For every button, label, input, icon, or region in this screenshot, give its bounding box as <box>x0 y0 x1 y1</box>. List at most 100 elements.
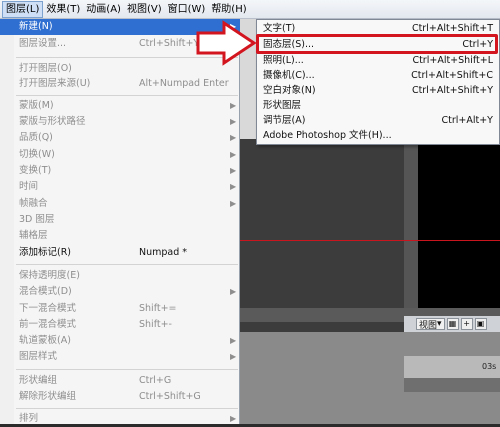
chevron-right-icon: ▶ <box>230 414 237 423</box>
menu-item-blend-mode[interactable]: 混合模式(D) ▶ <box>0 284 240 300</box>
submenu-item-label: 摄像机(C)... <box>263 70 315 81</box>
menu-view[interactable]: 视图(V) <box>124 1 165 18</box>
menu-separator <box>16 95 238 96</box>
chevron-right-icon: ▶ <box>230 150 237 159</box>
menu-item-label: 保持透明度(E) <box>19 270 80 281</box>
menu-item-label: 品质(Q) <box>19 132 53 143</box>
menu-item-label: 切换(W) <box>19 149 55 160</box>
menu-effect[interactable]: 效果(T) <box>43 1 83 18</box>
menu-item-label: 时间 <box>19 181 39 192</box>
menu-item-previous-blend-mode[interactable]: 前一混合模式 Shift+- <box>0 317 240 333</box>
chevron-right-icon: ▶ <box>230 117 237 126</box>
menu-item-3d-layer[interactable]: 3D 图层 <box>0 212 240 228</box>
menu-item-arrange[interactable]: 排列 ▶ <box>0 411 240 427</box>
menu-separator <box>16 369 238 370</box>
menu-item-label: 蒙版(M) <box>19 100 54 111</box>
menu-item-label: 形状编组 <box>19 375 58 386</box>
chevron-right-icon: ▶ <box>230 336 237 345</box>
menu-item-label: 蒙版与形状路径 <box>19 116 86 127</box>
menu-item-shortcut: Ctrl+G <box>139 375 172 386</box>
annotation-highlight-box <box>256 34 498 54</box>
menu-item-label: 3D 图层 <box>19 214 55 225</box>
submenu-item-null-object[interactable]: 空白对象(N) Ctrl+Alt+Shift+Y <box>257 83 499 99</box>
viewer-frame <box>404 140 418 308</box>
menu-separator <box>16 408 238 409</box>
submenu-item-label: 调节层(A) <box>263 115 306 126</box>
menu-item-label: 图层样式 <box>19 351 58 362</box>
grid-toggle-button[interactable]: ▦ <box>446 318 459 330</box>
annotation-arrow-icon <box>196 20 257 66</box>
menu-item-label: 下一混合模式 <box>19 303 77 314</box>
menu-item-ungroup-shapes[interactable]: 解除形状编组 Ctrl+Shift+G <box>0 389 240 405</box>
menu-item-open-layer-source[interactable]: 打开图层来源(U) Alt+Numpad Enter <box>0 76 240 92</box>
menu-item-label: 图层设置... <box>19 38 67 49</box>
menubar: 图层(L) 效果(T) 动画(A) 视图(V) 窗口(W) 帮助(H) <box>0 0 500 19</box>
chevron-right-icon: ▶ <box>230 352 237 361</box>
submenu-item-photoshop-file[interactable]: Adobe Photoshop 文件(H)... <box>257 128 499 144</box>
menu-window[interactable]: 窗口(W) <box>165 1 209 18</box>
view-select[interactable]: 视图 ▾ <box>416 318 445 331</box>
menu-item-label: 辅格层 <box>19 230 48 241</box>
menu-item-label: 前一混合模式 <box>19 319 77 330</box>
chevron-right-icon: ▶ <box>230 182 237 191</box>
menu-item-mask-shape-path[interactable]: 蒙版与形状路径 ▶ <box>0 114 240 130</box>
submenu-item-label: 照明(L)... <box>263 55 304 66</box>
submenu-item-label: 空白对象(N) <box>263 85 316 96</box>
view-select-label: 视图 <box>419 320 438 331</box>
add-view-button[interactable]: + <box>460 318 473 330</box>
menu-item-mask[interactable]: 蒙版(M) ▶ <box>0 98 240 114</box>
chevron-right-icon: ▶ <box>230 199 237 208</box>
menu-item-label: 打开图层来源(U) <box>19 78 91 89</box>
menu-item-label: 变换(T) <box>19 165 52 176</box>
menu-item-shortcut: Ctrl+Shift+G <box>139 391 201 402</box>
menu-item-guide-layer[interactable]: 辅格层 <box>0 228 240 244</box>
menu-item-label: 帧融合 <box>19 198 48 209</box>
menu-item-layer-styles[interactable]: 图层样式 ▶ <box>0 349 240 365</box>
menu-item-add-marker[interactable]: 添加标记(R) Numpad * <box>0 245 240 261</box>
menu-item-switch[interactable]: 切换(W) ▶ <box>0 147 240 163</box>
submenu-item-shortcut: Ctrl+Alt+Y <box>441 115 494 126</box>
menu-separator <box>16 264 238 265</box>
menu-item-label: 混合模式(D) <box>19 286 72 297</box>
menu-item-shortcut: Ctrl+Shift+Y <box>139 38 200 49</box>
submenu-item-camera[interactable]: 摄像机(C)... Ctrl+Alt+Shift+C <box>257 68 499 84</box>
submenu-item-shape-layer[interactable]: 形状图层 <box>257 98 499 114</box>
menu-item-transform[interactable]: 变换(T) ▶ <box>0 163 240 179</box>
composition-viewer <box>418 140 500 308</box>
menu-item-label: 打开图层(O) <box>19 63 72 74</box>
menu-item-track-matte[interactable]: 轨道蒙板(A) ▶ <box>0 333 240 349</box>
menu-item-label: 新建(N) <box>19 21 53 32</box>
layer-menu: 新建(N) ▶ 图层设置... Ctrl+Shift+Y 打开图层(O) 打开图… <box>0 19 240 424</box>
menu-item-shortcut: Shift+= <box>139 303 177 314</box>
menu-item-label: 轨道蒙板(A) <box>19 335 71 346</box>
menu-item-label: 解除形状编组 <box>19 391 77 402</box>
menu-item-label: 排列 <box>19 413 39 424</box>
menu-item-shortcut: Shift+- <box>139 319 172 330</box>
submenu-item-shortcut: Ctrl+Alt+Shift+C <box>411 70 493 81</box>
menu-item-time[interactable]: 时间 ▶ <box>0 179 240 195</box>
menu-item-frame-blend[interactable]: 帧融合 ▶ <box>0 196 240 212</box>
menu-item-shortcut: Alt+Numpad Enter <box>139 78 229 89</box>
submenu-item-label: 形状图层 <box>263 100 302 111</box>
chevron-right-icon: ▶ <box>230 101 237 110</box>
timeline-track[interactable] <box>404 378 500 392</box>
menu-layer[interactable]: 图层(L) <box>2 0 44 18</box>
menu-item-group-shapes[interactable]: 形状编组 Ctrl+G <box>0 373 240 389</box>
viewer-toolbar: 视图 ▾ ▦ + ▣ <box>404 316 500 332</box>
submenu-item-label: Adobe Photoshop 文件(H)... <box>263 130 392 141</box>
submenu-item-shortcut: Ctrl+Alt+Shift+L <box>412 55 493 66</box>
view-options-button[interactable]: ▣ <box>474 318 487 330</box>
menu-item-label: 添加标记(R) <box>19 247 72 258</box>
menu-item-shortcut: Numpad * <box>139 247 188 258</box>
time-ruler-label: 03s <box>482 362 497 371</box>
menu-item-next-blend-mode[interactable]: 下一混合模式 Shift+= <box>0 301 240 317</box>
submenu-item-adjustment-layer[interactable]: 调节层(A) Ctrl+Alt+Y <box>257 113 499 129</box>
submenu-item-light[interactable]: 照明(L)... Ctrl+Alt+Shift+L <box>257 53 499 69</box>
chevron-right-icon: ▶ <box>230 133 237 142</box>
chevron-right-icon: ▶ <box>230 287 237 296</box>
menu-item-preserve-transparency[interactable]: 保持透明度(E) <box>0 268 240 284</box>
menu-help[interactable]: 帮助(H) <box>208 1 249 18</box>
submenu-item-shortcut: Ctrl+Alt+Shift+Y <box>411 85 493 96</box>
menu-animation[interactable]: 动画(A) <box>83 1 124 18</box>
menu-item-quality[interactable]: 品质(Q) ▶ <box>0 130 240 146</box>
